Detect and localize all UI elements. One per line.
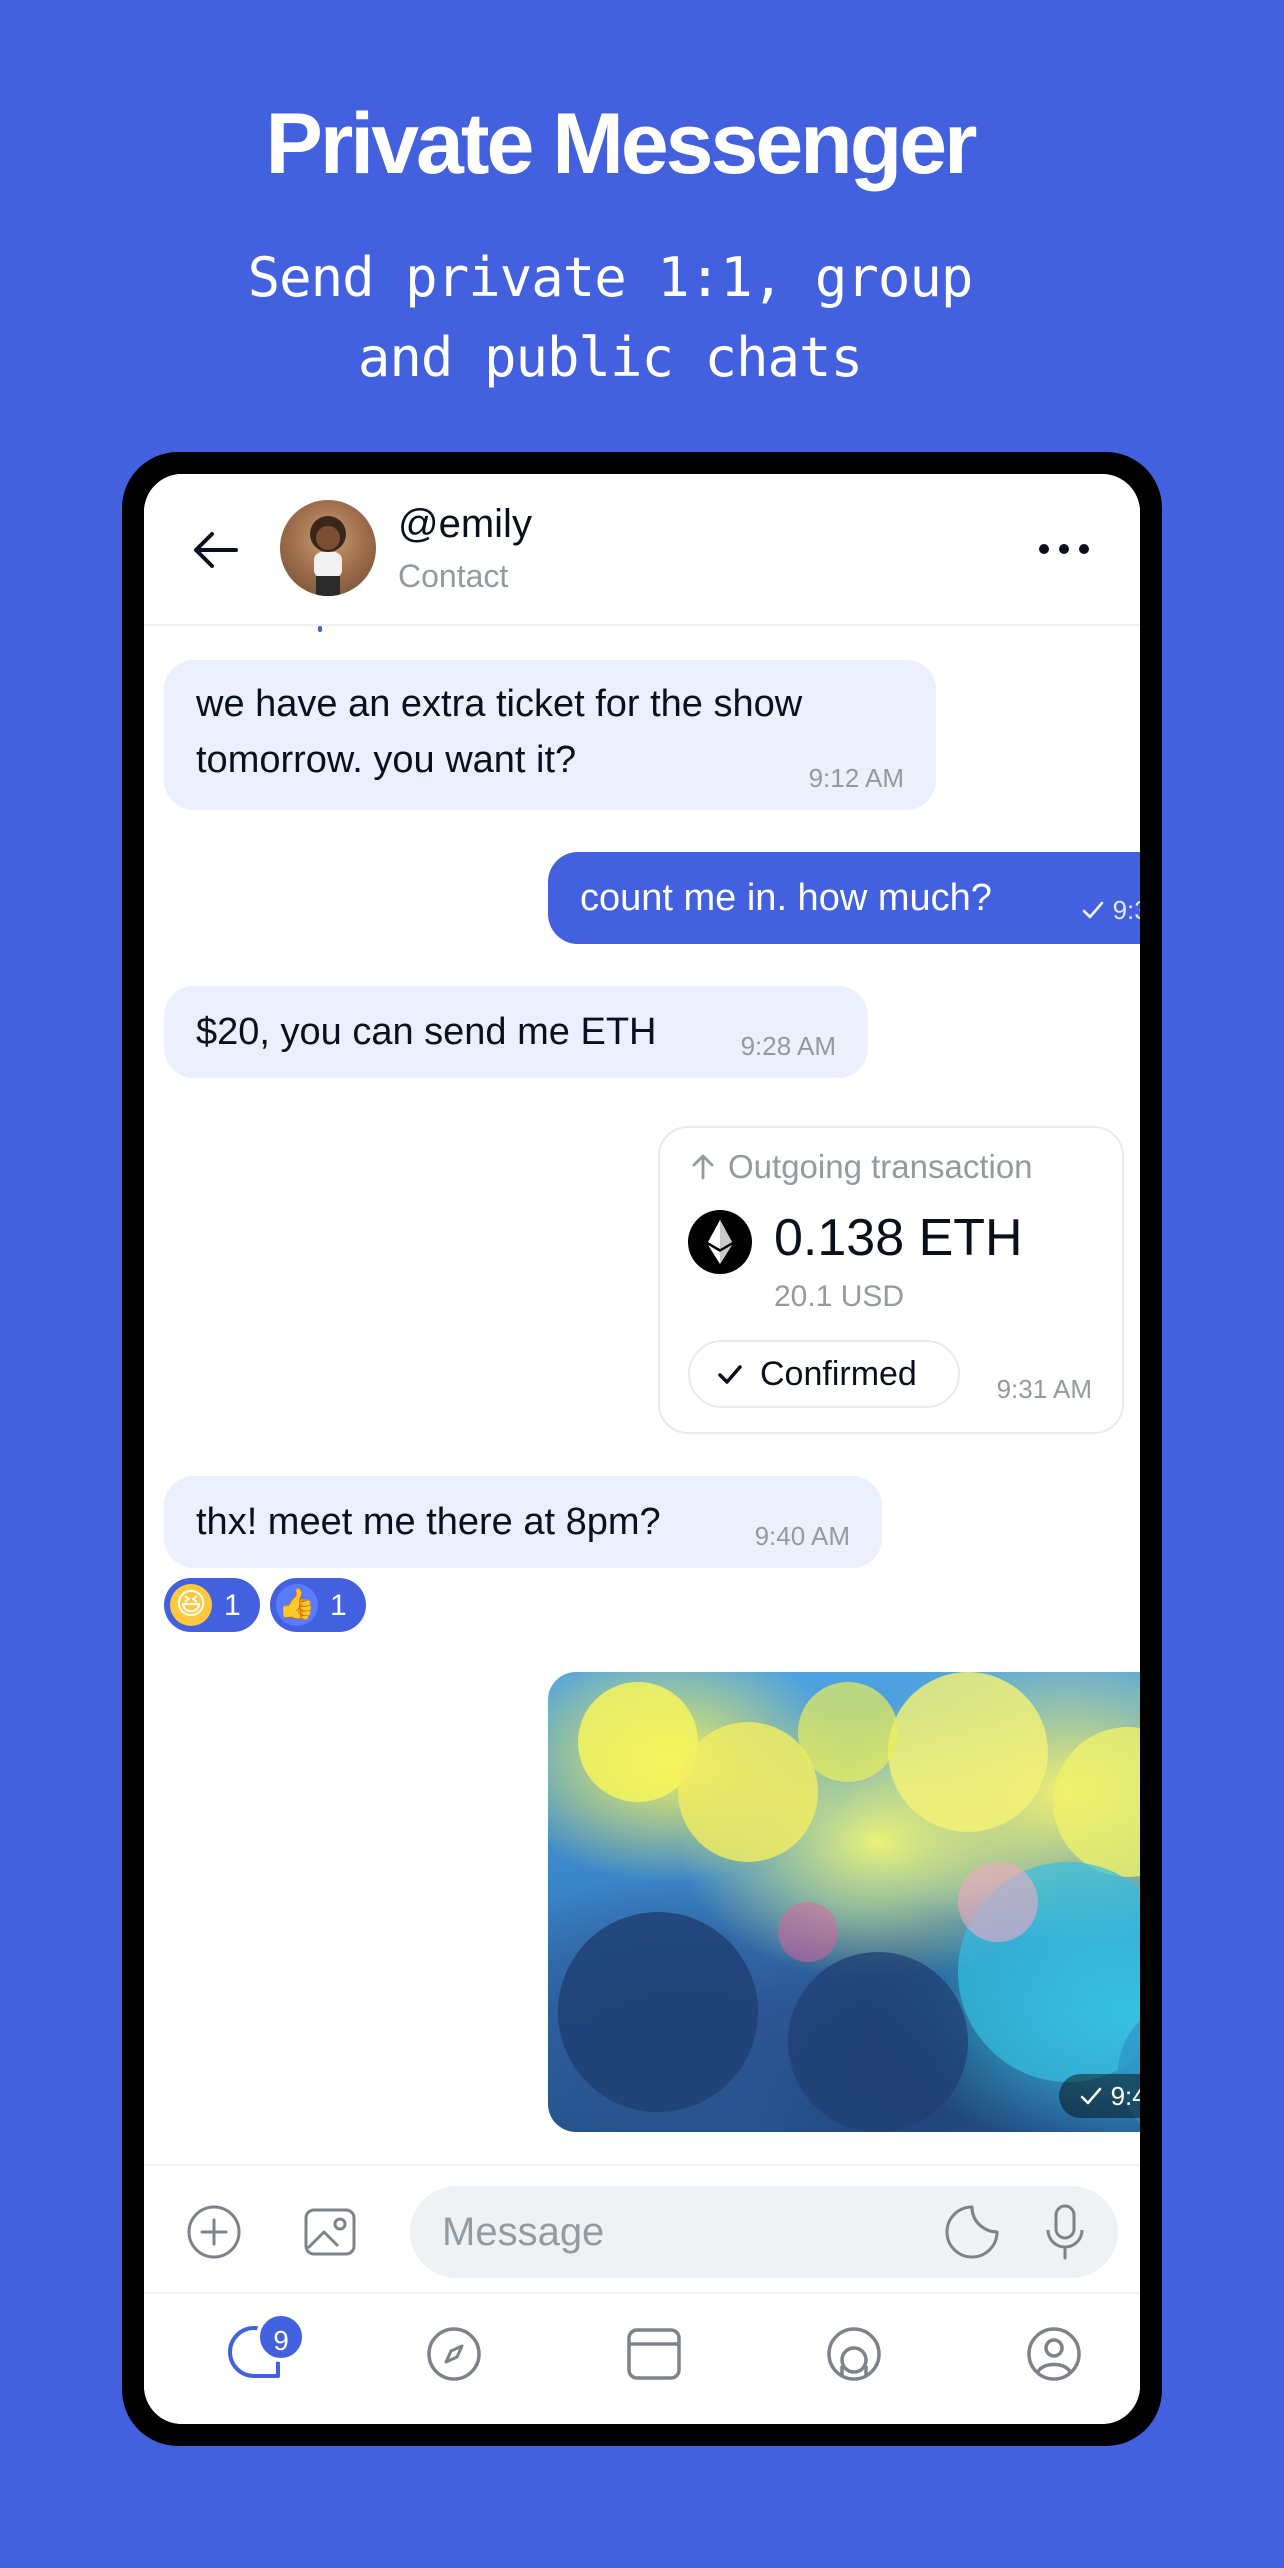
browser-icon	[827, 2327, 881, 2381]
message-text-line-1: we have an extra ticket for the show	[196, 683, 803, 725]
message-text: count me in. how much?	[580, 877, 992, 919]
check-icon	[1082, 901, 1103, 919]
avatar[interactable]	[280, 500, 376, 596]
back-button[interactable]	[188, 522, 244, 578]
more-options-button[interactable]	[1032, 524, 1096, 574]
wallet-icon	[627, 2328, 681, 2380]
voice-message-button[interactable]	[1040, 2200, 1090, 2264]
message-time: 9:31 AM	[1112, 895, 1140, 925]
message-outgoing[interactable]: count me in. how much? 9:31 AM	[548, 852, 1140, 944]
tab-browser[interactable]	[814, 2314, 894, 2394]
tab-wallet[interactable]	[614, 2314, 694, 2394]
image-icon	[304, 2208, 356, 2256]
transaction-header: Outgoing transaction	[688, 1148, 1033, 1186]
message-composer	[144, 2164, 1140, 2294]
avatar-image	[310, 516, 346, 596]
reaction-laughing[interactable]: 😆 1	[164, 1578, 260, 1632]
message-incoming[interactable]: $20, you can send me ETH 9:28 AM	[164, 986, 868, 1078]
phone-frame: @emily Contact we have an extra ticket f…	[122, 452, 1162, 2446]
unread-badge: 9	[256, 2312, 306, 2362]
message-incoming[interactable]: we have an extra ticket for the show tom…	[164, 660, 936, 810]
contact-name[interactable]: @emily	[398, 502, 532, 547]
reaction-count: 1	[224, 1589, 241, 1622]
contact-type-label: Contact	[398, 558, 509, 594]
message-input[interactable]	[410, 2186, 1118, 2278]
profile-icon	[1027, 2327, 1081, 2381]
arrow-left-icon	[194, 532, 238, 568]
message-time: 9:41 AM	[1110, 2081, 1140, 2111]
laughing-emoji-icon: 😆	[170, 1584, 212, 1626]
message-time: 9:31 AM	[996, 1374, 1092, 1404]
transaction-card[interactable]: Outgoing transaction 0.138 ETH 20.1 USD …	[658, 1126, 1124, 1434]
bottom-tab-bar: 9	[144, 2292, 1140, 2424]
thumbs-up-emoji-icon: 👍	[276, 1584, 318, 1626]
add-button[interactable]	[184, 2202, 244, 2262]
photo-content	[558, 1672, 1140, 2132]
microphone-icon	[1046, 2204, 1084, 2260]
reaction-count: 1	[330, 1589, 347, 1622]
check-icon	[718, 1365, 742, 1384]
plus-circle-icon	[187, 2205, 241, 2259]
check-icon	[1080, 2087, 1101, 2105]
sticker-button[interactable]	[942, 2202, 1002, 2262]
image-message-meta: 9:41 AM	[1058, 2074, 1140, 2118]
reaction-thumbs-up[interactable]: 👍 1	[270, 1578, 366, 1632]
status-label: Confirmed	[760, 1354, 917, 1393]
chat-header: @emily Contact	[144, 474, 1140, 626]
hero-subtitle: Send private 1:1, group and public chats	[0, 238, 1220, 398]
transaction-fiat-value: 20.1 USD	[774, 1280, 905, 1313]
message-text: thx! meet me there at 8pm?	[196, 1501, 661, 1543]
image-message[interactable]: 9:41 AM	[548, 1672, 1140, 2132]
sticker-icon	[945, 2205, 999, 2259]
image-picker-button[interactable]	[300, 2202, 360, 2262]
more-horizontal-icon	[1039, 544, 1089, 554]
tab-profile[interactable]	[1014, 2314, 1094, 2394]
message-time: 9:28 AM	[740, 1031, 836, 1061]
message-meta: 9:31 AM	[1079, 882, 1140, 938]
status-badge: Confirmed	[688, 1340, 960, 1408]
hero-title: Private Messenger	[265, 96, 977, 192]
message-text: we have an extra ticket for the show tom…	[196, 676, 802, 788]
phone-screen: @emily Contact we have an extra ticket f…	[144, 474, 1140, 2424]
hero-subtitle-line-1: Send private 1:1, group	[247, 246, 974, 309]
transaction-amount: 0.138 ETH	[774, 1209, 1023, 1267]
scroll-indicator	[318, 626, 322, 632]
compass-icon	[427, 2327, 481, 2381]
ethereum-icon	[688, 1210, 752, 1274]
message-time: 9:12 AM	[808, 763, 904, 793]
message-text-line-2: tomorrow. you want it?	[196, 739, 577, 781]
arrow-up-icon	[692, 1154, 714, 1180]
hero-subtitle-line-2: and public chats	[357, 326, 863, 389]
tab-discover[interactable]	[414, 2314, 494, 2394]
message-incoming[interactable]: thx! meet me there at 8pm? 9:40 AM	[164, 1476, 882, 1568]
message-time: 9:40 AM	[754, 1521, 850, 1551]
transaction-label: Outgoing transaction	[728, 1148, 1033, 1185]
message-text: $20, you can send me ETH	[196, 1011, 657, 1053]
